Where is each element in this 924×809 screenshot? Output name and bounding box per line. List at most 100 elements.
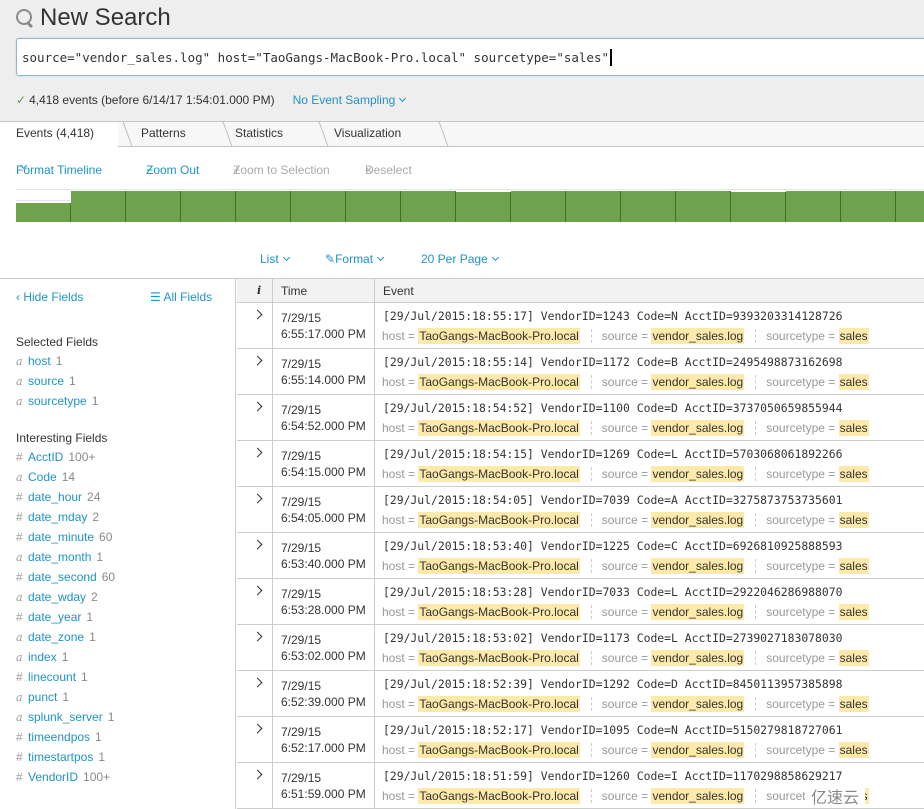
field-item[interactable]: # date_minute 60 — [16, 529, 112, 545]
timeline-bar[interactable] — [896, 191, 924, 222]
source-value[interactable]: vendor_sales.log — [651, 558, 745, 574]
host-value[interactable]: TaoGangs-MacBook-Pro.local — [418, 512, 580, 528]
sourcetype-value[interactable]: sales — [838, 696, 869, 712]
timeline-bar[interactable] — [786, 191, 841, 222]
timeline-bar[interactable] — [731, 192, 786, 222]
field-item[interactable]: # date_year 1 — [16, 609, 93, 625]
field-item[interactable]: a sourcetype 1 — [16, 393, 98, 409]
all-fields-button[interactable]: ☰ All Fields — [150, 290, 212, 304]
source-value[interactable]: vendor_sales.log — [651, 512, 745, 528]
field-name[interactable]: date_hour — [28, 490, 82, 504]
sourcetype-value[interactable]: sales — [838, 374, 869, 390]
host-value[interactable]: TaoGangs-MacBook-Pro.local — [418, 696, 580, 712]
timeline-bar[interactable] — [676, 191, 731, 222]
sourcetype-value[interactable]: sales — [838, 650, 869, 666]
field-name[interactable]: date_year — [28, 610, 81, 624]
sourcetype-value[interactable]: sales — [838, 466, 869, 482]
field-item[interactable]: a date_month 1 — [16, 549, 103, 565]
timeline-bar[interactable] — [181, 191, 236, 222]
format-dropdown[interactable]: ✎Format — [325, 252, 385, 266]
search-query-text[interactable]: source="vendor_sales.log" host="TaoGangs… — [22, 49, 612, 66]
expand-row-icon[interactable] — [252, 539, 263, 550]
timeline-bar[interactable] — [346, 191, 401, 222]
timeline-bar[interactable] — [16, 203, 71, 222]
expand-row-icon[interactable] — [252, 355, 263, 366]
hide-fields-button[interactable]: ‹ Hide Fields — [16, 290, 83, 304]
expand-row-icon[interactable] — [252, 631, 263, 642]
timeline-bar[interactable] — [236, 191, 291, 222]
source-value[interactable]: vendor_sales.log — [651, 604, 745, 620]
field-name[interactable]: date_second — [28, 570, 97, 584]
timeline-bar[interactable] — [511, 191, 566, 222]
field-name[interactable]: VendorID — [28, 770, 78, 784]
field-item[interactable]: a splunk_server 1 — [16, 709, 114, 725]
tab-statistics[interactable]: Statistics — [222, 122, 329, 146]
field-item[interactable]: a index 1 — [16, 649, 68, 665]
field-name[interactable]: source — [28, 374, 64, 388]
field-name[interactable]: date_month — [28, 550, 91, 564]
time-column-header[interactable]: Time — [281, 284, 307, 298]
source-value[interactable]: vendor_sales.log — [651, 788, 745, 804]
field-name[interactable]: date_zone — [28, 630, 84, 644]
timeline-bar[interactable] — [456, 192, 511, 222]
host-value[interactable]: TaoGangs-MacBook-Pro.local — [418, 788, 580, 804]
field-item[interactable]: a host 1 — [16, 353, 62, 369]
expand-row-icon[interactable] — [252, 723, 263, 734]
source-value[interactable]: vendor_sales.log — [651, 466, 745, 482]
field-name[interactable]: linecount — [28, 670, 76, 684]
expand-row-icon[interactable] — [252, 493, 263, 504]
list-view-dropdown[interactable]: List — [260, 252, 290, 266]
field-name[interactable]: sourcetype — [28, 394, 87, 408]
sourcetype-value[interactable]: sales — [838, 604, 869, 620]
source-value[interactable]: vendor_sales.log — [651, 742, 745, 758]
field-item[interactable]: a Code 14 — [16, 469, 75, 485]
timeline-bar[interactable] — [71, 191, 126, 222]
field-item[interactable]: # date_second 60 — [16, 569, 115, 585]
search-input[interactable]: source="vendor_sales.log" host="TaoGangs… — [16, 38, 924, 76]
field-item[interactable]: a date_wday 2 — [16, 589, 98, 605]
expand-row-icon[interactable] — [252, 677, 263, 688]
tab-events[interactable]: Events (4,418) — [0, 122, 133, 148]
field-name[interactable]: date_minute — [28, 530, 94, 544]
field-name[interactable]: timeendpos — [28, 730, 90, 744]
host-value[interactable]: TaoGangs-MacBook-Pro.local — [418, 742, 580, 758]
expand-row-icon[interactable] — [252, 309, 263, 320]
field-name[interactable]: punct — [28, 690, 57, 704]
timeline-bar[interactable] — [621, 191, 676, 222]
field-item[interactable]: # linecount 1 — [16, 669, 88, 685]
host-value[interactable]: TaoGangs-MacBook-Pro.local — [418, 558, 580, 574]
expand-row-icon[interactable] — [252, 447, 263, 458]
field-item[interactable]: a punct 1 — [16, 689, 69, 705]
sourcetype-value[interactable]: sales — [838, 512, 869, 528]
sourcetype-value[interactable]: sales — [838, 742, 869, 758]
sourcetype-value[interactable]: sales — [838, 420, 869, 436]
field-name[interactable]: splunk_server — [28, 710, 103, 724]
per-page-dropdown[interactable]: 20 Per Page — [421, 252, 499, 266]
tab-visualization[interactable]: Visualization — [322, 122, 449, 146]
sourcetype-value[interactable]: sales — [838, 328, 869, 344]
timeline-bar[interactable] — [126, 191, 181, 222]
source-value[interactable]: vendor_sales.log — [651, 328, 745, 344]
field-name[interactable]: host — [28, 354, 51, 368]
field-item[interactable]: # VendorID 100+ — [16, 769, 110, 785]
expand-row-icon[interactable] — [252, 769, 263, 780]
expand-row-icon[interactable] — [252, 585, 263, 596]
event-sampling-dropdown[interactable]: No Event Sampling — [293, 93, 407, 107]
source-value[interactable]: vendor_sales.log — [651, 650, 745, 666]
field-item[interactable]: # AcctID 100+ — [16, 449, 95, 465]
timeline-bar[interactable] — [291, 191, 346, 222]
expand-row-icon[interactable] — [252, 401, 263, 412]
field-item[interactable]: # timeendpos 1 — [16, 729, 102, 745]
tab-patterns[interactable]: Patterns — [128, 122, 233, 146]
field-name[interactable]: timestartpos — [28, 750, 93, 764]
timeline-chart[interactable] — [16, 189, 924, 222]
timeline-bar[interactable] — [841, 191, 896, 222]
host-value[interactable]: TaoGangs-MacBook-Pro.local — [418, 420, 580, 436]
host-value[interactable]: TaoGangs-MacBook-Pro.local — [418, 650, 580, 666]
timeline-bar[interactable] — [401, 191, 456, 222]
field-item[interactable]: a date_zone 1 — [16, 629, 96, 645]
timeline-bar[interactable] — [566, 191, 621, 222]
field-name[interactable]: AcctID — [28, 450, 63, 464]
field-item[interactable]: # date_hour 24 — [16, 489, 100, 505]
source-value[interactable]: vendor_sales.log — [651, 374, 745, 390]
